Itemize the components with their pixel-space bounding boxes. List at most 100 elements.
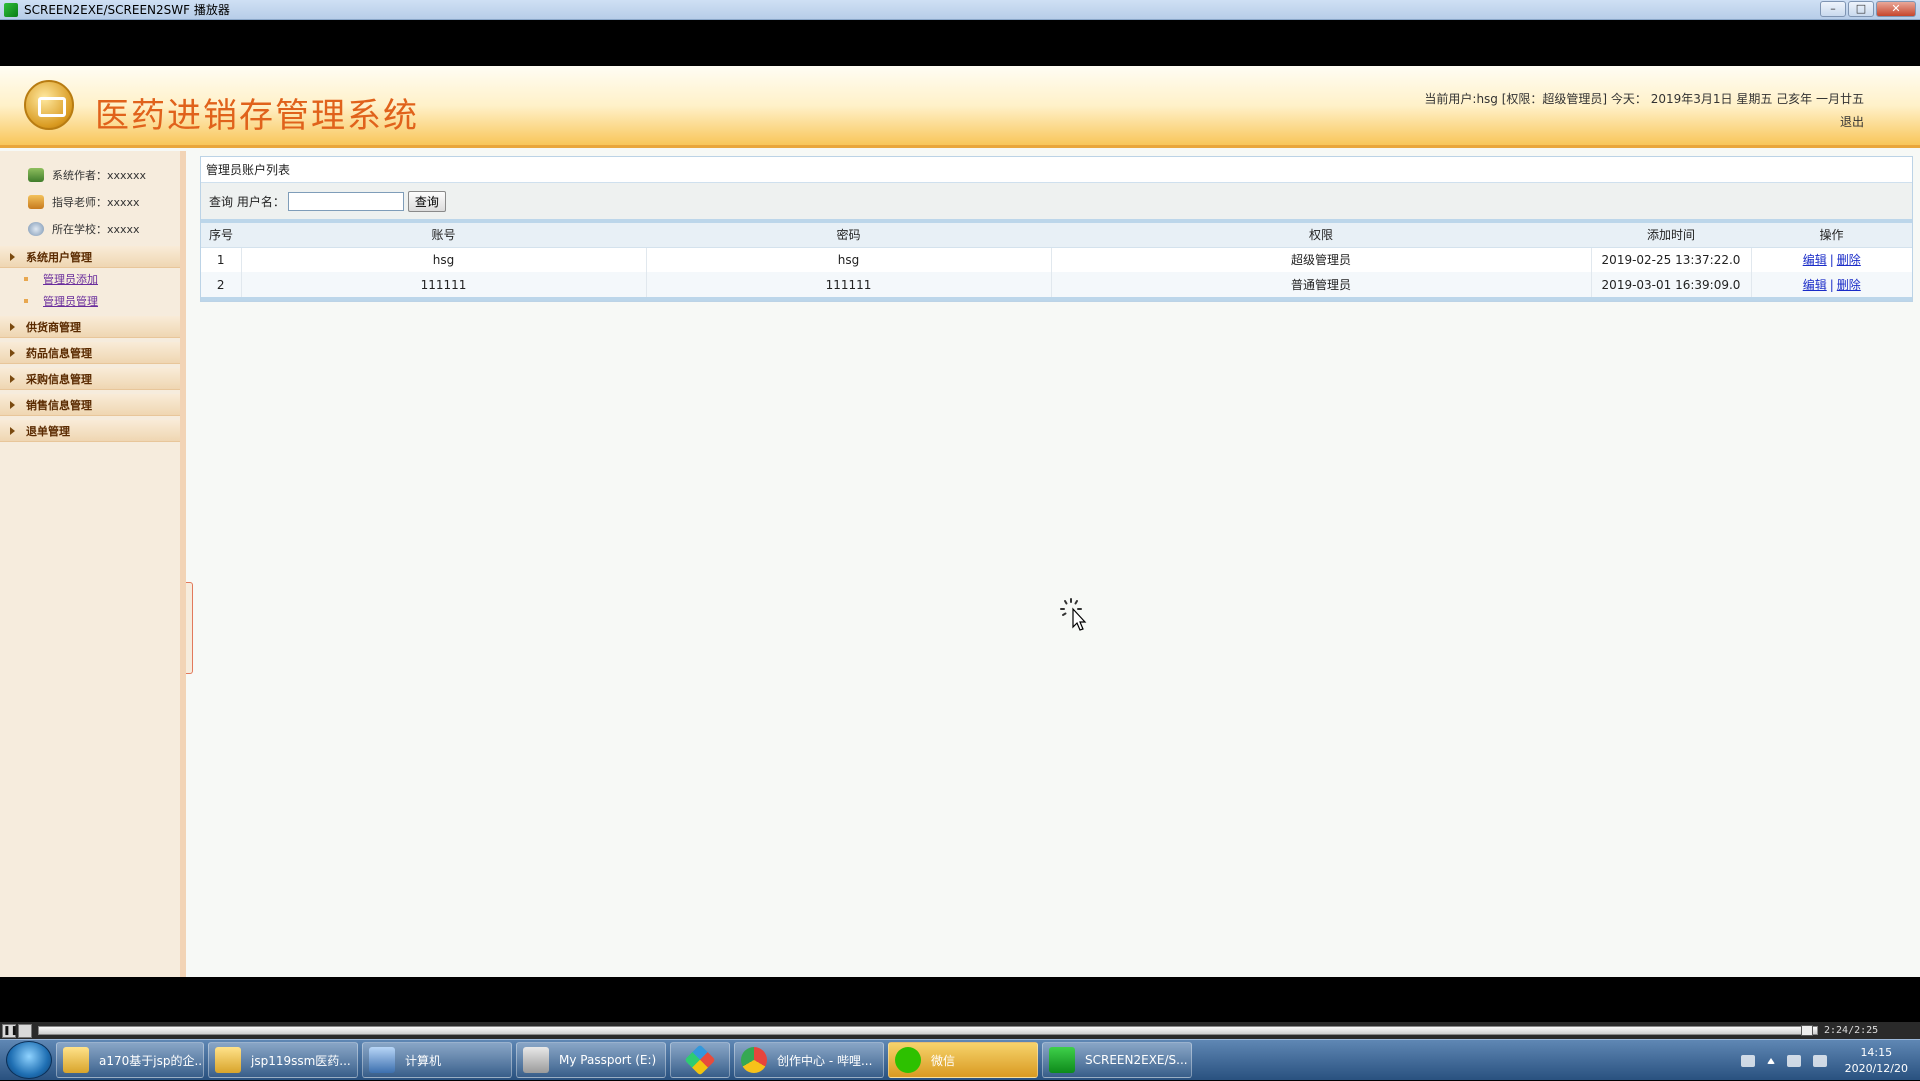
letterbox-bottom [0,977,1920,1024]
admin-table: 序号 账号 密码 权限 添加时间 操作 1 hsg hsg 超级管理员 2019 [201,223,1912,297]
pause-button[interactable]: ❚❚ [2,1023,18,1038]
wechat-icon [895,1047,921,1073]
player-control-bar: ❚❚ 2:24/2:25 [0,1022,1920,1039]
taskbar: a170基于jsp的企... jsp119ssm医药... 计算机 My Pas… [0,1039,1920,1080]
volume-icon[interactable] [1786,1054,1801,1067]
taskbar-item-drive[interactable]: My Passport (E:) [516,1042,666,1078]
delete-link[interactable]: 删除 [1837,278,1861,292]
folder-icon [215,1047,241,1073]
show-hidden-icons-icon[interactable] [1766,1057,1775,1064]
column-header-added-time: 添加时间 [1591,223,1751,248]
op-separator: | [1829,253,1834,268]
cell-operations: 编辑 | 删除 [1751,272,1912,297]
taskbar-item-chrome[interactable]: 创作中心 - 哔哩... [734,1042,884,1078]
task-label: a170基于jsp的企... [99,1053,204,1068]
expand-triangle-icon [10,374,15,383]
taskbar-item-computer[interactable]: 计算机 [362,1042,512,1078]
taskbar-item-folder-1[interactable]: a170基于jsp的企... [56,1042,204,1078]
menu-label: 系统用户管理 [26,250,92,264]
task-label: My Passport (E:) [559,1053,657,1067]
panel-title: 管理员账户列表 [201,157,1912,183]
menu-user-management[interactable]: 系统用户管理 [0,246,180,268]
column-header-index: 序号 [201,223,241,248]
menu-label: 采购信息管理 [26,372,92,386]
sidebar-info-school: 所在学校：xxxxx [0,215,180,242]
submenu-admin-add: 管理员添加 [0,268,180,290]
expand-triangle-icon [10,252,15,261]
submenu-admin-manage: 管理员管理 [0,290,180,312]
cell-account: hsg [241,247,647,272]
main-content: 管理员账户列表 查询 用户名： 查询 序号 账号 密码 权限 添加时间 操作 1… [200,156,1913,302]
taskbar-item-wechat[interactable]: 微信 [888,1042,1038,1078]
admin-list-panel: 管理员账户列表 查询 用户名： 查询 序号 账号 密码 权限 添加时间 操作 1… [200,156,1913,302]
folder-icon [63,1047,89,1073]
app-title: 医药进销存管理系统 [95,96,419,136]
expand-triangle-icon [10,426,15,435]
sidebar-menu: 系统用户管理 管理员添加 管理员管理 供货商管理 药品信息管理 采购信息管理 销… [0,246,180,442]
edit-link[interactable]: 编辑 [1803,278,1827,292]
table-header-row: 序号 账号 密码 权限 添加时间 操作 [201,223,1912,248]
menu-label: 销售信息管理 [26,398,92,412]
maximize-button[interactable]: □ [1848,1,1874,17]
menu-label: 药品信息管理 [26,346,92,360]
letterbox-top [0,20,1920,66]
task-label: SCREEN2EXE/S... [1085,1053,1188,1067]
minimize-button[interactable]: – [1820,1,1846,17]
window-title: SCREEN2EXE/SCREEN2SWF 播放器 [24,3,230,17]
admin-add-link[interactable]: 管理员添加 [43,271,98,287]
column-header-role: 权限 [1051,223,1591,248]
sidebar: 系统作者：xxxxxx 指导老师：xxxxx 所在学校：xxxxx 系统用户管理… [0,151,186,977]
close-button[interactable]: ✕ [1876,1,1916,17]
task-label: 计算机 [405,1053,442,1068]
playback-progress-bar[interactable] [38,1025,1818,1036]
cell-role: 普通管理员 [1051,272,1592,297]
search-button[interactable]: 查询 [407,190,446,212]
table-row: 2 111111 111111 普通管理员 2019-03-01 16:39:0… [201,272,1912,297]
taskbar-item-screen2exe[interactable]: SCREEN2EXE/S... [1042,1042,1192,1078]
bullet-icon [24,299,28,303]
menu-supplier-management[interactable]: 供货商管理 [0,316,180,338]
cell-password: 111111 [646,272,1052,297]
clock-date: 2020/12/20 [1844,1061,1908,1075]
keyboard-icon[interactable] [1740,1054,1755,1067]
colorful-app-icon [684,1044,716,1076]
panel-footer [201,297,1912,301]
playback-time: 2:24/2:25 [1824,1025,1879,1036]
teacher-icon [28,194,44,209]
cell-role: 超级管理员 [1051,247,1592,272]
menu-purchase-info[interactable]: 采购信息管理 [0,368,180,390]
system-tray: 14:15 2020/12/20 [1740,1040,1920,1081]
task-label: jsp119ssm医药... [251,1053,351,1068]
column-header-account: 账号 [241,223,646,248]
stop-button[interactable] [18,1023,32,1038]
current-user-info: 当前用户:hsg [权限：超级管理员] 今天： 2019年3月1日 星期五 己亥… [1424,92,1864,106]
progress-thumb[interactable] [1801,1025,1813,1036]
cell-account: 111111 [241,272,647,297]
clock[interactable]: 14:15 2020/12/20 [1845,1045,1908,1077]
task-label: 创作中心 - 哔哩... [777,1053,873,1068]
column-header-password: 密码 [646,223,1051,248]
chrome-icon [741,1047,767,1073]
edit-link[interactable]: 编辑 [1803,253,1827,267]
table-row: 1 hsg hsg 超级管理员 2019-02-25 13:37:22.0 编辑… [201,247,1912,272]
admin-manage-link[interactable]: 管理员管理 [43,293,98,309]
screen2exe-icon [4,2,18,17]
menu-drug-info[interactable]: 药品信息管理 [0,342,180,364]
menu-refund-management[interactable]: 退单管理 [0,420,180,442]
sidebar-info-author: 系统作者：xxxxxx [0,161,180,188]
cell-password: hsg [646,247,1052,272]
task-label: 微信 [931,1053,956,1068]
network-icon[interactable] [1812,1054,1827,1067]
cell-added-time: 2019-02-25 13:37:22.0 [1591,247,1752,272]
logout-link[interactable]: 退出 [1840,113,1864,130]
delete-link[interactable]: 删除 [1837,253,1861,267]
sidebar-collapse-handle[interactable] [186,582,193,674]
username-search-input[interactable] [287,191,404,211]
menu-sales-info[interactable]: 销售信息管理 [0,394,180,416]
expand-triangle-icon [10,400,15,409]
start-button[interactable] [6,1041,52,1079]
app-header: 医药进销存管理系统 当前用户:hsg [权限：超级管理员] 今天： 2019年3… [0,66,1920,148]
taskbar-item-colorful-app[interactable] [670,1042,730,1078]
taskbar-item-folder-2[interactable]: jsp119ssm医药... [208,1042,358,1078]
computer-icon [369,1047,395,1073]
